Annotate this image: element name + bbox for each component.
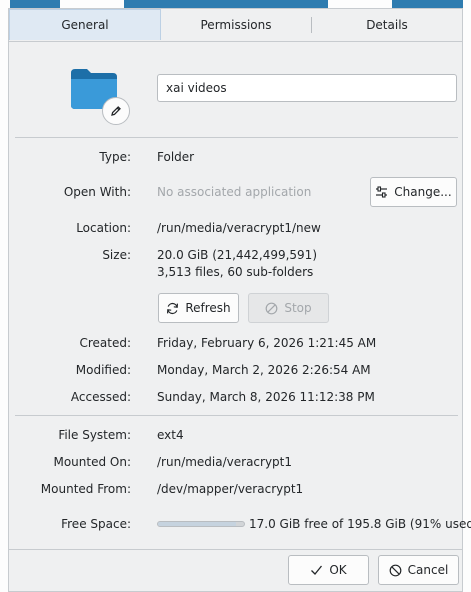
open-with-label: Open With:	[63, 185, 131, 199]
size-label: Size:	[102, 248, 131, 262]
type-value: Folder	[157, 150, 195, 164]
tab-bar: General Permissions Details	[9, 9, 462, 42]
divider	[15, 137, 458, 138]
stop-button[interactable]: Stop	[248, 293, 329, 323]
background-fragment	[328, 0, 392, 8]
mounted-on-value: /run/media/veracrypt1	[157, 455, 293, 469]
type-label: Type:	[99, 150, 131, 164]
size-value: 20.0 GiB (21,442,499,591)	[157, 248, 318, 262]
stop-button-label: Stop	[284, 301, 312, 315]
file-system-value: ext4	[157, 428, 184, 442]
modified-value: Monday, March 2, 2026 2:26:54 AM	[157, 363, 371, 377]
change-button[interactable]: Change...	[370, 177, 457, 207]
created-label: Created:	[79, 336, 131, 350]
mounted-from-label: Mounted From:	[40, 482, 131, 496]
location-value: /run/media/veracrypt1/new	[157, 221, 321, 235]
accessed-label: Accessed:	[70, 390, 131, 404]
divider	[9, 549, 462, 550]
change-icon-button[interactable]	[102, 97, 130, 125]
stop-icon	[265, 302, 278, 314]
accessed-value: Sunday, March 8, 2026 11:12:38 PM	[157, 390, 375, 404]
location-label: Location:	[76, 221, 131, 235]
ok-button[interactable]: OK	[288, 555, 369, 585]
name-input[interactable]	[157, 74, 457, 102]
tab-general[interactable]: General	[9, 9, 161, 40]
tab-permissions[interactable]: Permissions	[161, 9, 311, 41]
cancel-button[interactable]: Cancel	[378, 555, 459, 585]
properties-dialog: General Permissions Details Type: Folder…	[8, 8, 471, 592]
refresh-button[interactable]: Refresh	[158, 293, 239, 323]
file-system-label: File System:	[58, 428, 131, 442]
tab-label: Details	[366, 18, 408, 32]
disk-usage-fill	[158, 522, 237, 526]
open-with-value: No associated application	[157, 185, 312, 199]
cancel-icon	[389, 564, 402, 576]
tab-details[interactable]: Details	[312, 9, 462, 41]
ok-button-label: OK	[329, 563, 347, 577]
free-space-label: Free Space:	[61, 517, 131, 531]
refresh-button-label: Refresh	[185, 301, 231, 315]
disk-usage-bar	[157, 521, 245, 527]
divider	[15, 415, 458, 416]
background-window-right	[463, 0, 471, 592]
sliders-icon	[376, 186, 388, 198]
mounted-from-value: /dev/mapper/veracrypt1	[157, 482, 304, 496]
free-space-value: 17.0 GiB free of 195.8 GiB (91% used)	[249, 517, 471, 531]
size-detail: 3,513 files, 60 sub-folders	[157, 265, 314, 279]
tab-label: Permissions	[200, 18, 272, 32]
change-button-label: Change...	[394, 185, 452, 199]
modified-label: Modified:	[75, 363, 131, 377]
pencil-icon	[111, 106, 121, 116]
created-value: Friday, February 6, 2026 1:21:45 AM	[157, 336, 377, 350]
check-icon	[311, 565, 323, 575]
tab-label: General	[61, 18, 109, 32]
refresh-icon	[167, 302, 179, 314]
background-fragment	[60, 0, 124, 8]
mounted-on-label: Mounted On:	[53, 455, 131, 469]
cancel-button-label: Cancel	[407, 563, 449, 577]
